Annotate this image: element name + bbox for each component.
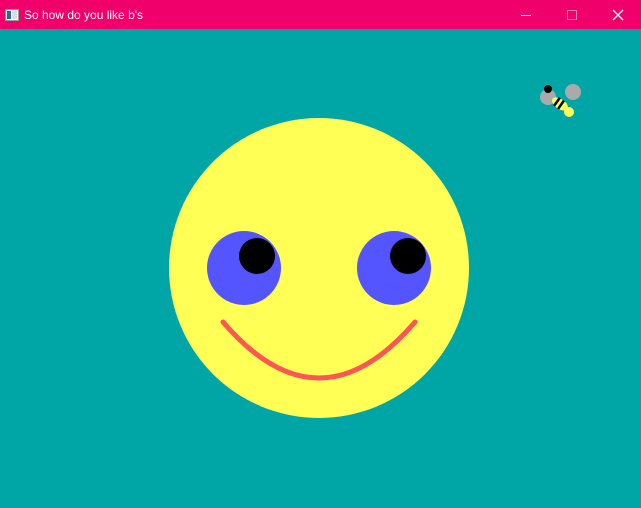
close-button[interactable] — [595, 0, 641, 29]
app-window-icon[interactable] — [4, 0, 20, 29]
maximize-icon — [567, 9, 577, 20]
smiley-face — [169, 118, 469, 418]
app-window: So how do you like b's — [0, 0, 641, 508]
minimize-button[interactable] — [503, 0, 549, 29]
close-icon — [612, 9, 624, 20]
scene-svg — [0, 29, 641, 508]
left-eye-pupil — [239, 238, 275, 274]
bee-head — [544, 85, 552, 93]
bee-tail — [564, 107, 574, 117]
window-title: So how do you like b's — [24, 7, 144, 22]
title-bar[interactable]: So how do you like b's — [0, 0, 641, 29]
maximize-button[interactable] — [549, 0, 595, 29]
bee-right-wing — [565, 84, 581, 100]
window-controls — [503, 0, 641, 29]
right-eye-pupil — [390, 238, 426, 274]
drawing-canvas[interactable] — [0, 29, 641, 508]
minimize-icon — [521, 14, 531, 16]
